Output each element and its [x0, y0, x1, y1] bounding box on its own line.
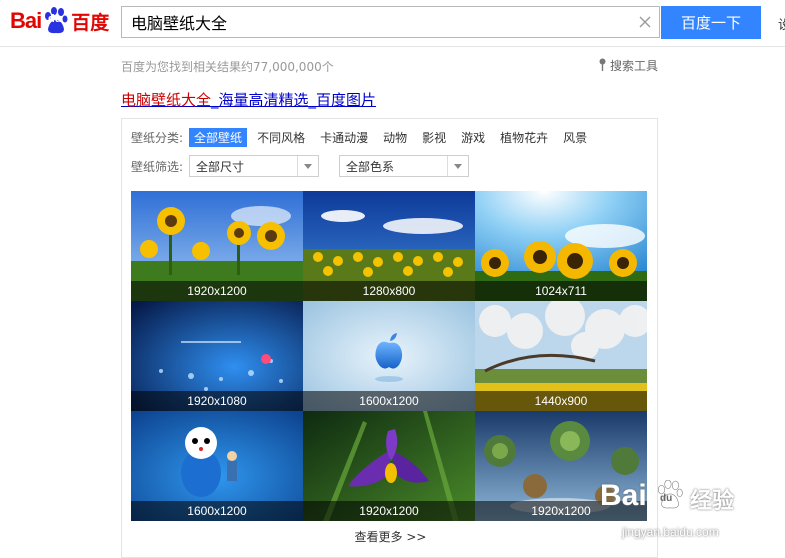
wallpaper-thumb[interactable]: 1600x1200 [303, 301, 475, 411]
title-highlight: 电脑壁纸大全 [121, 91, 212, 109]
chevron-down-icon [447, 156, 468, 176]
result-count: 百度为您找到相关结果约77,000,000个 [121, 60, 334, 74]
search-input[interactable] [122, 7, 631, 37]
image-size: 1600x1200 [303, 391, 475, 411]
image-size: 1600x1200 [131, 501, 303, 521]
category-styles[interactable]: 不同风格 [252, 128, 310, 147]
wallpaper-thumb[interactable]: 1280x800 [303, 191, 475, 301]
search-box [121, 6, 660, 38]
category-scenery[interactable]: 风景 [558, 128, 592, 147]
category-label: 壁纸分类: [131, 131, 184, 145]
category-all[interactable]: 全部壁纸 [189, 128, 248, 147]
wallpaper-panel: 壁纸分类: 全部壁纸 不同风格 卡通动漫 动物 影视 游戏 植物花卉 风景 壁纸… [121, 118, 658, 558]
baidu-logo[interactable]: Bai du 百度 [10, 3, 109, 39]
watermark-url: jingyan.baidu.com [622, 525, 719, 539]
chevron-down-icon [297, 156, 318, 176]
logo-du: du [48, 13, 62, 25]
watermark-brand2: du [660, 493, 673, 504]
wallpaper-thumb[interactable]: 1600x1200 [131, 411, 303, 521]
top-bar: Bai du 百度 百度一下 设 [0, 0, 785, 47]
more-link[interactable]: 查看更多 >> [122, 528, 659, 545]
category-plants[interactable]: 植物花卉 [495, 128, 553, 147]
title-rest: _海量高清精选_百度图片 [211, 91, 377, 109]
image-size: 1024x711 [475, 281, 647, 301]
size-select[interactable]: 全部尺寸 [189, 155, 320, 177]
clear-icon[interactable] [637, 14, 653, 30]
filter-row: 壁纸筛选: 全部尺寸 全部色系 [131, 155, 489, 177]
search-tools[interactable]: 搜索工具 [598, 57, 658, 74]
color-select[interactable]: 全部色系 [339, 155, 470, 177]
wallpaper-grid: 1920x1200 1280x800 1024x711 1920x1080 16… [131, 191, 647, 521]
category-games[interactable]: 游戏 [456, 128, 490, 147]
category-movies[interactable]: 影视 [417, 128, 451, 147]
category-row: 壁纸分类: 全部壁纸 不同风格 卡通动漫 动物 影视 游戏 植物花卉 风景 [131, 128, 597, 147]
image-size: 1920x1200 [131, 281, 303, 301]
logo-cn: 百度 [71, 11, 110, 34]
truncated-link[interactable]: 设 [778, 14, 785, 33]
category-animals[interactable]: 动物 [378, 128, 412, 147]
pin-icon [598, 58, 607, 74]
category-cartoon[interactable]: 卡通动漫 [315, 128, 373, 147]
wallpaper-thumb[interactable]: 1920x1080 [131, 301, 303, 411]
image-size: 1920x1200 [303, 501, 475, 521]
wallpaper-thumb[interactable]: 1440x900 [475, 301, 647, 411]
wallpaper-thumb[interactable]: 1920x1200 [131, 191, 303, 301]
image-size: 1440x900 [475, 391, 647, 411]
watermark-cn: 经验 [690, 489, 735, 514]
image-size: 1920x1080 [131, 391, 303, 411]
watermark-brand: Bai [600, 479, 647, 512]
filter-label: 壁纸筛选: [131, 159, 184, 174]
image-size: 1280x800 [303, 281, 475, 301]
size-select-value: 全部尺寸 [196, 159, 245, 174]
color-select-value: 全部色系 [346, 159, 395, 174]
search-button[interactable]: 百度一下 [661, 6, 761, 39]
wallpaper-thumb[interactable]: 1024x711 [475, 191, 647, 301]
result-title-link[interactable]: 电脑壁纸大全_海量高清精选_百度图片 [121, 89, 376, 110]
search-tools-label: 搜索工具 [610, 59, 659, 73]
wallpaper-thumb[interactable]: 1920x1200 [303, 411, 475, 521]
logo-bai: Bai [10, 8, 42, 33]
